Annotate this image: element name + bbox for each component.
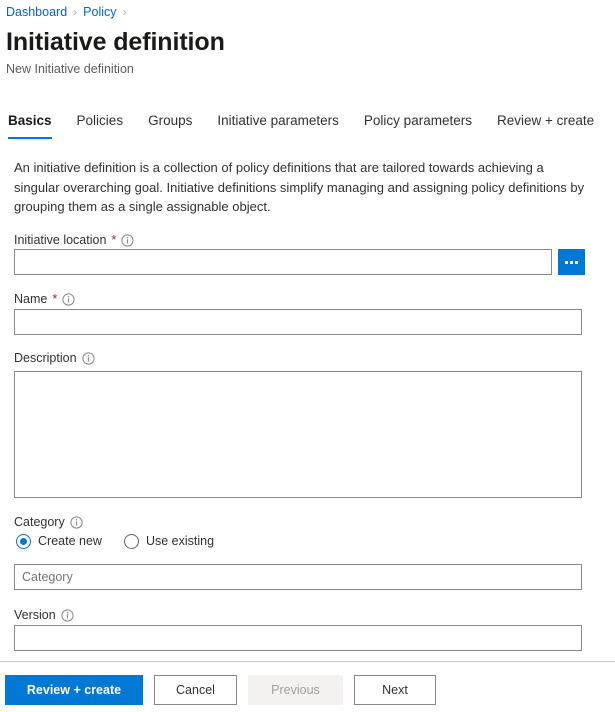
breadcrumb-item-dashboard[interactable]: Dashboard: [6, 4, 67, 20]
name-label-text: Name: [14, 291, 47, 307]
initiative-location-browse-button[interactable]: [558, 249, 585, 275]
info-icon[interactable]: [62, 293, 75, 306]
intro-description: An initiative definition is a collection…: [14, 158, 589, 217]
info-icon[interactable]: [61, 609, 74, 622]
required-asterisk: *: [111, 234, 116, 246]
chevron-right-icon: ›: [73, 4, 77, 20]
initiative-definition-page: Dashboard › Policy › Initiative definiti…: [0, 0, 615, 712]
radio-mark-icon: [124, 534, 139, 549]
version-label: Version: [14, 607, 74, 623]
ellipsis-icon: [565, 261, 578, 264]
category-radio-group: Create new Use existing: [16, 533, 236, 549]
chevron-right-icon: ›: [123, 4, 127, 20]
info-icon[interactable]: [121, 234, 134, 247]
tab-basics[interactable]: Basics: [8, 112, 52, 139]
previous-button: Previous: [248, 675, 343, 705]
cancel-button[interactable]: Cancel: [154, 675, 237, 705]
description-textarea[interactable]: [14, 371, 582, 498]
description-label: Description: [14, 350, 95, 366]
version-label-text: Version: [14, 607, 56, 623]
category-label: Category: [14, 514, 83, 530]
footer-divider: [0, 661, 615, 662]
version-input[interactable]: [14, 625, 582, 651]
info-icon[interactable]: [82, 352, 95, 365]
radio-create-new[interactable]: Create new: [16, 533, 102, 549]
page-title: Initiative definition: [6, 26, 225, 58]
radio-use-existing-label: Use existing: [146, 533, 214, 549]
radio-mark-icon: [16, 534, 31, 549]
initiative-location-label: Initiative location *: [14, 232, 134, 248]
description-label-text: Description: [14, 350, 77, 366]
page-subtitle: New Initiative definition: [6, 61, 134, 77]
category-label-text: Category: [14, 514, 65, 530]
initiative-location-input[interactable]: [14, 249, 552, 275]
tab-policies[interactable]: Policies: [77, 112, 124, 139]
info-icon[interactable]: [70, 516, 83, 529]
tab-review-create[interactable]: Review + create: [497, 112, 594, 139]
name-input[interactable]: [14, 309, 582, 335]
category-input[interactable]: [14, 564, 582, 590]
required-asterisk: *: [52, 293, 57, 305]
breadcrumb-item-policy[interactable]: Policy: [83, 4, 116, 20]
radio-create-new-label: Create new: [38, 533, 102, 549]
review-create-button[interactable]: Review + create: [5, 675, 143, 705]
radio-use-existing[interactable]: Use existing: [124, 533, 214, 549]
tab-bar: Basics Policies Groups Initiative parame…: [8, 112, 615, 139]
next-button[interactable]: Next: [354, 675, 436, 705]
initiative-location-label-text: Initiative location: [14, 232, 106, 248]
tab-initiative-parameters[interactable]: Initiative parameters: [217, 112, 339, 139]
tab-groups[interactable]: Groups: [148, 112, 192, 139]
breadcrumb: Dashboard › Policy ›: [6, 4, 127, 20]
name-label: Name *: [14, 291, 75, 307]
tab-policy-parameters[interactable]: Policy parameters: [364, 112, 472, 139]
